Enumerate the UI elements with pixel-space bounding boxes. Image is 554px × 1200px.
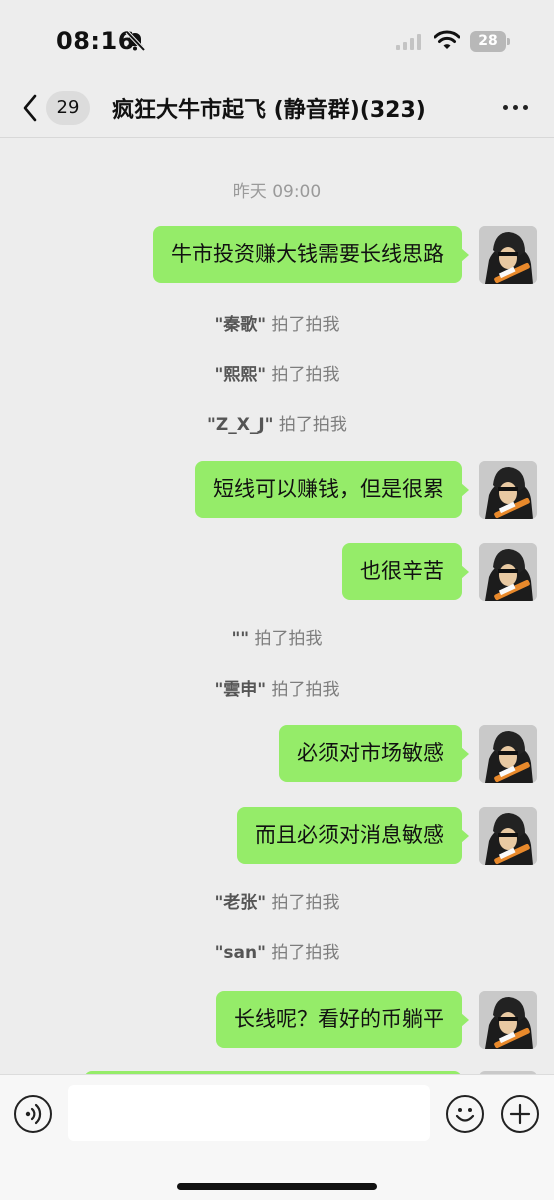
pat-notice: "" 拍了拍我 (0, 624, 554, 649)
pat-name: "雲申" (214, 680, 267, 700)
pat-action: 拍了拍我 (266, 365, 340, 385)
message-input[interactable] (68, 1085, 430, 1141)
voice-button[interactable] (14, 1095, 52, 1133)
message-bubble[interactable]: 必须对市场敏感 (279, 725, 469, 782)
home-indicator (177, 1183, 377, 1190)
avatar-image (479, 226, 537, 284)
pat-action: 拍了拍我 (266, 315, 340, 335)
bell-muted-icon (125, 30, 146, 52)
message-bubble[interactable]: 短线可以赚钱，但是很累 (195, 461, 469, 518)
pat-action: 拍了拍我 (273, 415, 347, 435)
plus-icon (509, 1103, 531, 1125)
pat-name: "san" (214, 943, 266, 963)
signal-icon (396, 34, 421, 50)
pat-action: 拍了拍我 (266, 943, 340, 963)
more-button[interactable] (496, 92, 536, 122)
unread-count-badge: 29 (46, 91, 90, 125)
status-bar: 08:16 28 (0, 0, 554, 80)
avatar[interactable] (479, 461, 537, 519)
back-chevron-icon (23, 94, 37, 122)
back-button[interactable]: 29 (16, 88, 92, 128)
message-bubble[interactable]: 牛市投资赚大钱需要长线思路 (153, 226, 469, 283)
avatar-image (479, 991, 537, 1049)
avatar-image (479, 543, 537, 601)
pat-name: "秦歌" (214, 315, 267, 335)
avatar[interactable] (479, 807, 537, 865)
battery-tip (507, 38, 510, 45)
pat-name: "" (231, 629, 250, 649)
pat-action: 拍了拍我 (249, 629, 323, 649)
pat-notice: "熙熙" 拍了拍我 (0, 360, 554, 385)
pat-notice: "老张" 拍了拍我 (0, 888, 554, 913)
emoji-icon (455, 1108, 475, 1122)
avatar[interactable] (479, 725, 537, 783)
message-timestamp: 昨天 09:00 (232, 182, 322, 202)
avatar-image (479, 807, 537, 865)
chat-area[interactable]: 昨天 09:00 牛市投资赚大钱需要长线思路 "秦歌" 拍了拍我 "熙熙" 拍了… (0, 139, 554, 1074)
pat-notice: "Z_X_J" 拍了拍我 (0, 410, 554, 435)
pat-name: "老张" (214, 893, 267, 913)
message-bubble[interactable]: 而且必须对消息敏感 (237, 807, 469, 864)
battery-level: 28 (470, 31, 506, 52)
more-icon (503, 105, 508, 110)
pat-notice: "san" 拍了拍我 (0, 938, 554, 963)
message-bubble[interactable]: 长线呢？看好的币躺平 (216, 991, 469, 1048)
pat-name: "熙熙" (214, 365, 267, 385)
voice-icon (25, 1103, 42, 1125)
avatar[interactable] (479, 543, 537, 601)
plus-button[interactable] (501, 1095, 539, 1133)
more-icon (513, 105, 518, 110)
emoji-button[interactable] (446, 1095, 484, 1133)
avatar[interactable] (479, 226, 537, 284)
pat-notice: "秦歌" 拍了拍我 (0, 310, 554, 335)
pat-action: 拍了拍我 (266, 680, 340, 700)
more-icon (523, 105, 528, 110)
chat-header: 29 疯狂大牛市起飞 (静音群)(323) (0, 80, 554, 138)
chat-title: 疯狂大牛市起飞 (静音群)(323) (112, 98, 426, 123)
avatar-image (479, 725, 537, 783)
pat-notice: "雲申" 拍了拍我 (0, 675, 554, 700)
avatar[interactable] (479, 991, 537, 1049)
wifi-icon (434, 30, 460, 49)
input-bar (0, 1074, 554, 1200)
battery-indicator: 28 (470, 31, 510, 52)
pat-action: 拍了拍我 (266, 893, 340, 913)
pat-name: "Z_X_J" (207, 415, 274, 435)
avatar-image (479, 461, 537, 519)
message-bubble[interactable]: 也很辛苦 (342, 543, 469, 600)
